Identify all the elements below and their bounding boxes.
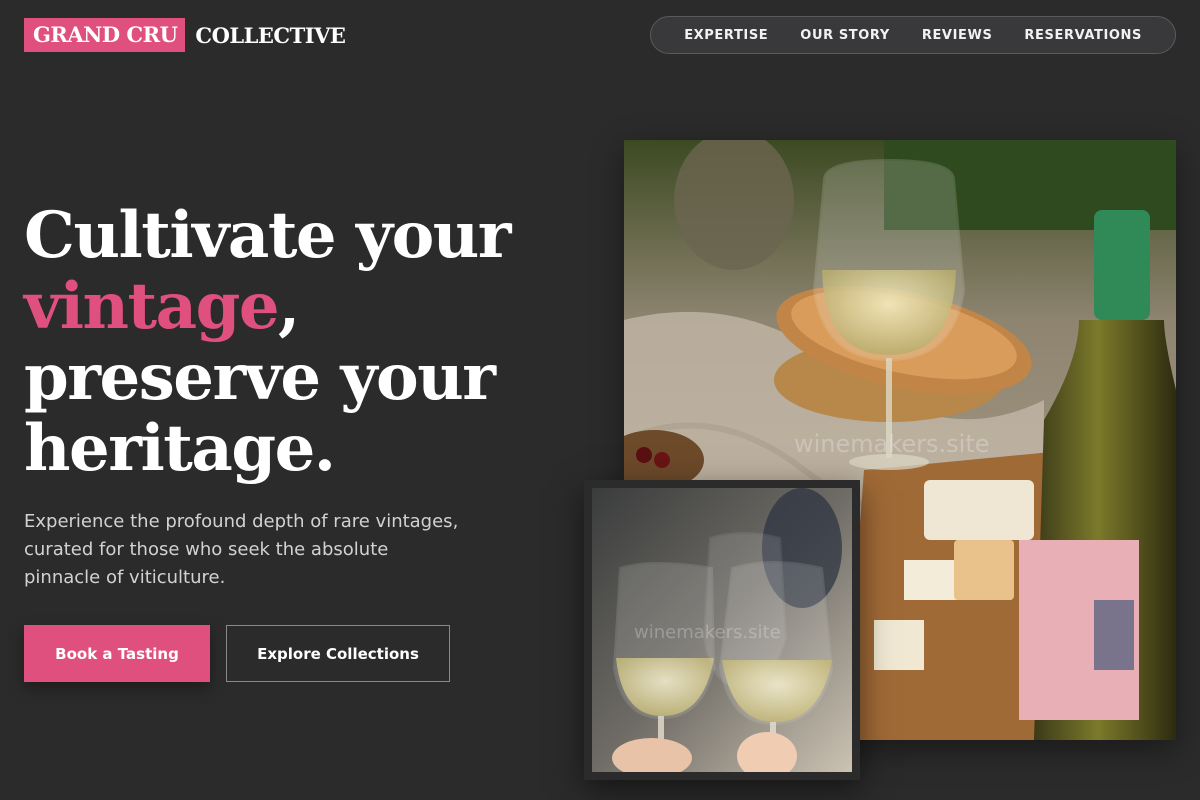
hero-image-toast: winemakers.site xyxy=(592,488,852,772)
nav-item-reservations[interactable]: RESERVATIONS xyxy=(1024,28,1142,43)
logo-badge: GRAND CRU xyxy=(24,18,186,52)
book-tasting-button[interactable]: Book a Tasting xyxy=(24,625,210,682)
hero-title: Cultivate your vintage, preserve your he… xyxy=(24,200,564,484)
toast-illustration: winemakers.site xyxy=(592,488,852,772)
hero-title-comma: , xyxy=(278,269,300,344)
nav-item-expertise[interactable]: EXPERTISE xyxy=(684,28,768,43)
hero-title-line4: heritage. xyxy=(24,411,336,486)
hero-title-accent: vintage xyxy=(24,269,280,344)
logo[interactable]: GRAND CRU COLLECTIVE xyxy=(24,18,346,52)
watermark: winemakers.site xyxy=(634,622,781,643)
watermark: winemakers.site xyxy=(794,430,990,458)
logo-text: COLLECTIVE xyxy=(195,22,346,48)
nav-item-our-story[interactable]: OUR STORY xyxy=(800,28,890,43)
hero-subtitle: Experience the profound depth of rare vi… xyxy=(24,511,459,588)
hero-image-toast-frame: winemakers.site xyxy=(584,480,860,780)
brie-cheese xyxy=(924,480,1034,540)
nav-item-reviews[interactable]: REVIEWS xyxy=(922,28,993,43)
hero-title-line1: Cultivate your xyxy=(24,198,512,273)
site-header: GRAND CRU COLLECTIVE EXPERTISE OUR STORY… xyxy=(0,0,1200,70)
bottle-neck xyxy=(1094,210,1150,320)
main-nav: EXPERTISE OUR STORY REVIEWS RESERVATIONS xyxy=(650,16,1176,54)
hero-title-line3: preserve your xyxy=(24,340,496,415)
explore-collections-button[interactable]: Explore Collections xyxy=(226,625,450,682)
